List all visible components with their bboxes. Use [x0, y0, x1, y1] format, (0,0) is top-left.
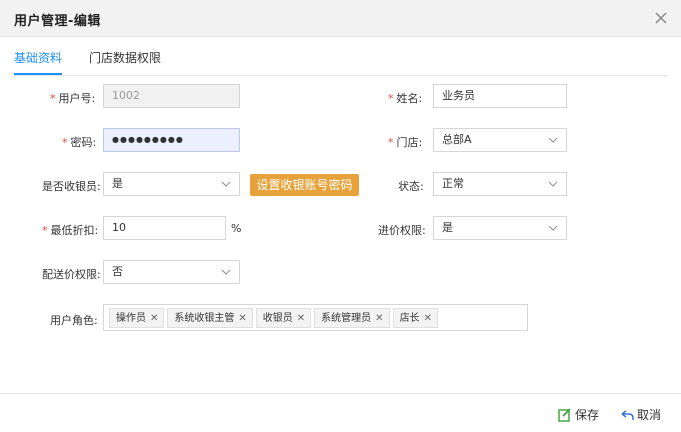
chevron-down-icon [548, 181, 558, 187]
name-label: * 姓名: [388, 90, 422, 106]
tab-store-data-permission[interactable]: 门店数据权限 [89, 49, 161, 66]
is-cashier-select-value: 是 [112, 177, 123, 190]
purchase-price-permission-value: 是 [442, 221, 453, 234]
status-label: 状态: [398, 180, 424, 193]
active-tab-indicator [14, 73, 62, 75]
user-no-label-text: 用户号: [58, 92, 96, 105]
dialog-titlebar: 用户管理-编辑 [0, 0, 681, 37]
min-discount-label: * 最低折扣: [42, 222, 98, 238]
chevron-down-icon [221, 181, 231, 187]
is-cashier-label: 是否收银员: [42, 180, 101, 193]
footer-divider [0, 393, 681, 394]
required-marker: * [62, 136, 68, 149]
chevron-down-icon [221, 269, 231, 275]
cancel-button-label: 取消 [637, 408, 662, 422]
tab-basic-info[interactable]: 基础资料 [14, 49, 62, 66]
close-icon[interactable] [651, 8, 671, 28]
purchase-price-permission-label: 进价权限: [378, 224, 426, 237]
password-label: * 密码: [62, 134, 96, 150]
remove-tag-icon[interactable]: ✕ [238, 313, 246, 324]
password-label-text: 密码: [70, 136, 97, 149]
user-no-field: 1002 [103, 84, 240, 108]
role-tag: 操作员 ✕ [109, 308, 165, 328]
save-icon [558, 408, 571, 422]
role-tag-label: 系统管理员 [321, 313, 372, 324]
role-tag: 收银员 ✕ [255, 308, 312, 328]
role-tag-label: 系统收银主管 [174, 313, 235, 324]
remove-tag-icon[interactable]: ✕ [150, 313, 158, 324]
remove-tag-icon[interactable]: ✕ [424, 313, 432, 324]
min-discount-label-text: 最低折扣: [50, 224, 99, 237]
store-select-value: 总部A [442, 133, 472, 146]
status-select[interactable]: 正常 [433, 172, 567, 196]
save-button-label: 保存 [575, 408, 600, 422]
user-no-label: * 用户号: [50, 90, 95, 106]
edit-user-dialog: 用户管理-编辑 基础资料 门店数据权限 * 用户号: 1002 * 姓名: 业务员 … [0, 0, 681, 432]
is-cashier-select[interactable]: 是 [103, 172, 240, 196]
delivery-price-permission-label: 配送价权限: [42, 268, 101, 281]
delivery-price-permission-select[interactable]: 否 [103, 260, 240, 284]
remove-tag-icon[interactable]: ✕ [375, 313, 383, 324]
name-field[interactable]: 业务员 [433, 84, 567, 108]
user-roles-label: 用户角色: [50, 314, 98, 327]
undo-icon [621, 410, 634, 420]
required-marker: * [42, 224, 48, 237]
percent-unit: % [231, 222, 242, 235]
chevron-down-icon [548, 137, 558, 143]
delivery-price-permission-value: 否 [112, 265, 123, 278]
status-select-value: 正常 [442, 177, 464, 190]
min-discount-field[interactable]: 10 [103, 216, 226, 240]
required-marker: * [50, 92, 56, 105]
set-cashier-password-button[interactable]: 设置收银账号密码 [250, 174, 359, 196]
store-label-text: 门店: [396, 136, 423, 149]
password-field[interactable]: ●●●●●●●●● [103, 128, 240, 152]
role-tag: 店长 ✕ [392, 308, 438, 328]
cancel-button[interactable]: 取消 [620, 406, 661, 423]
required-marker: * [388, 92, 394, 105]
store-select[interactable]: 总部A [433, 128, 567, 152]
purchase-price-permission-select[interactable]: 是 [433, 216, 567, 240]
save-button[interactable]: 保存 [558, 406, 599, 423]
user-roles-multiselect[interactable]: 操作员 ✕ 系统收银主管 ✕ 收银员 ✕ 系统管理员 ✕ 店长 ✕ [103, 304, 528, 331]
remove-tag-icon[interactable]: ✕ [297, 313, 305, 324]
role-tag: 系统收银主管 ✕ [167, 308, 253, 328]
role-tag-label: 操作员 [116, 313, 146, 324]
name-label-text: 姓名: [396, 92, 423, 105]
required-marker: * [388, 136, 394, 149]
role-tag: 系统管理员 ✕ [314, 308, 390, 328]
tabs-divider [14, 75, 668, 76]
role-tag-label: 收银员 [262, 313, 293, 324]
role-tag-label: 店长 [399, 313, 420, 324]
chevron-down-icon [548, 225, 558, 231]
dialog-title: 用户管理-编辑 [14, 14, 101, 29]
store-label: * 门店: [388, 134, 422, 150]
